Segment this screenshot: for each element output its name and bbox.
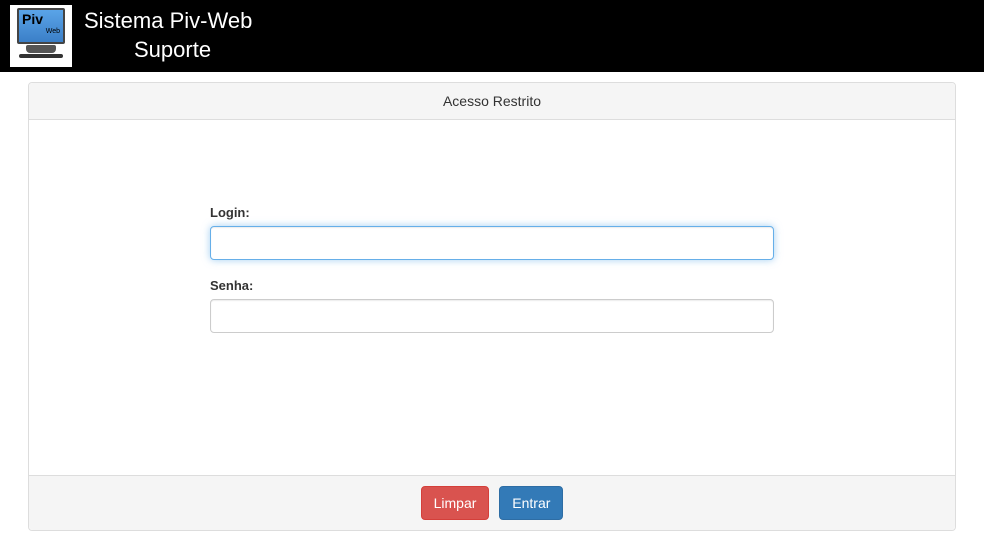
login-form: Login: Senha: <box>210 205 774 351</box>
logo-text-small: Web <box>46 28 60 35</box>
panel-body: Login: Senha: <box>29 120 955 475</box>
panel-footer: Limpar Entrar <box>29 475 955 530</box>
header-title-line1: Sistema Piv-Web <box>84 7 252 36</box>
login-panel: Acesso Restrito Login: Senha: Limpar Ent… <box>28 82 956 531</box>
submit-button[interactable]: Entrar <box>499 486 563 520</box>
panel-heading: Acesso Restrito <box>29 83 955 120</box>
login-input[interactable] <box>210 226 774 260</box>
login-group: Login: <box>210 205 774 260</box>
login-label: Login: <box>210 205 774 220</box>
header-titles: Sistema Piv-Web Suporte <box>84 7 252 64</box>
main-content: Acesso Restrito Login: Senha: Limpar Ent… <box>0 72 984 541</box>
header-title-line2: Suporte <box>84 36 252 65</box>
app-logo-icon: Piv Web <box>10 5 72 67</box>
app-header: Piv Web Sistema Piv-Web Suporte <box>0 0 984 72</box>
senha-input[interactable] <box>210 299 774 333</box>
logo-text-big: Piv <box>22 12 43 26</box>
clear-button[interactable]: Limpar <box>421 486 490 520</box>
senha-group: Senha: <box>210 278 774 333</box>
senha-label: Senha: <box>210 278 774 293</box>
